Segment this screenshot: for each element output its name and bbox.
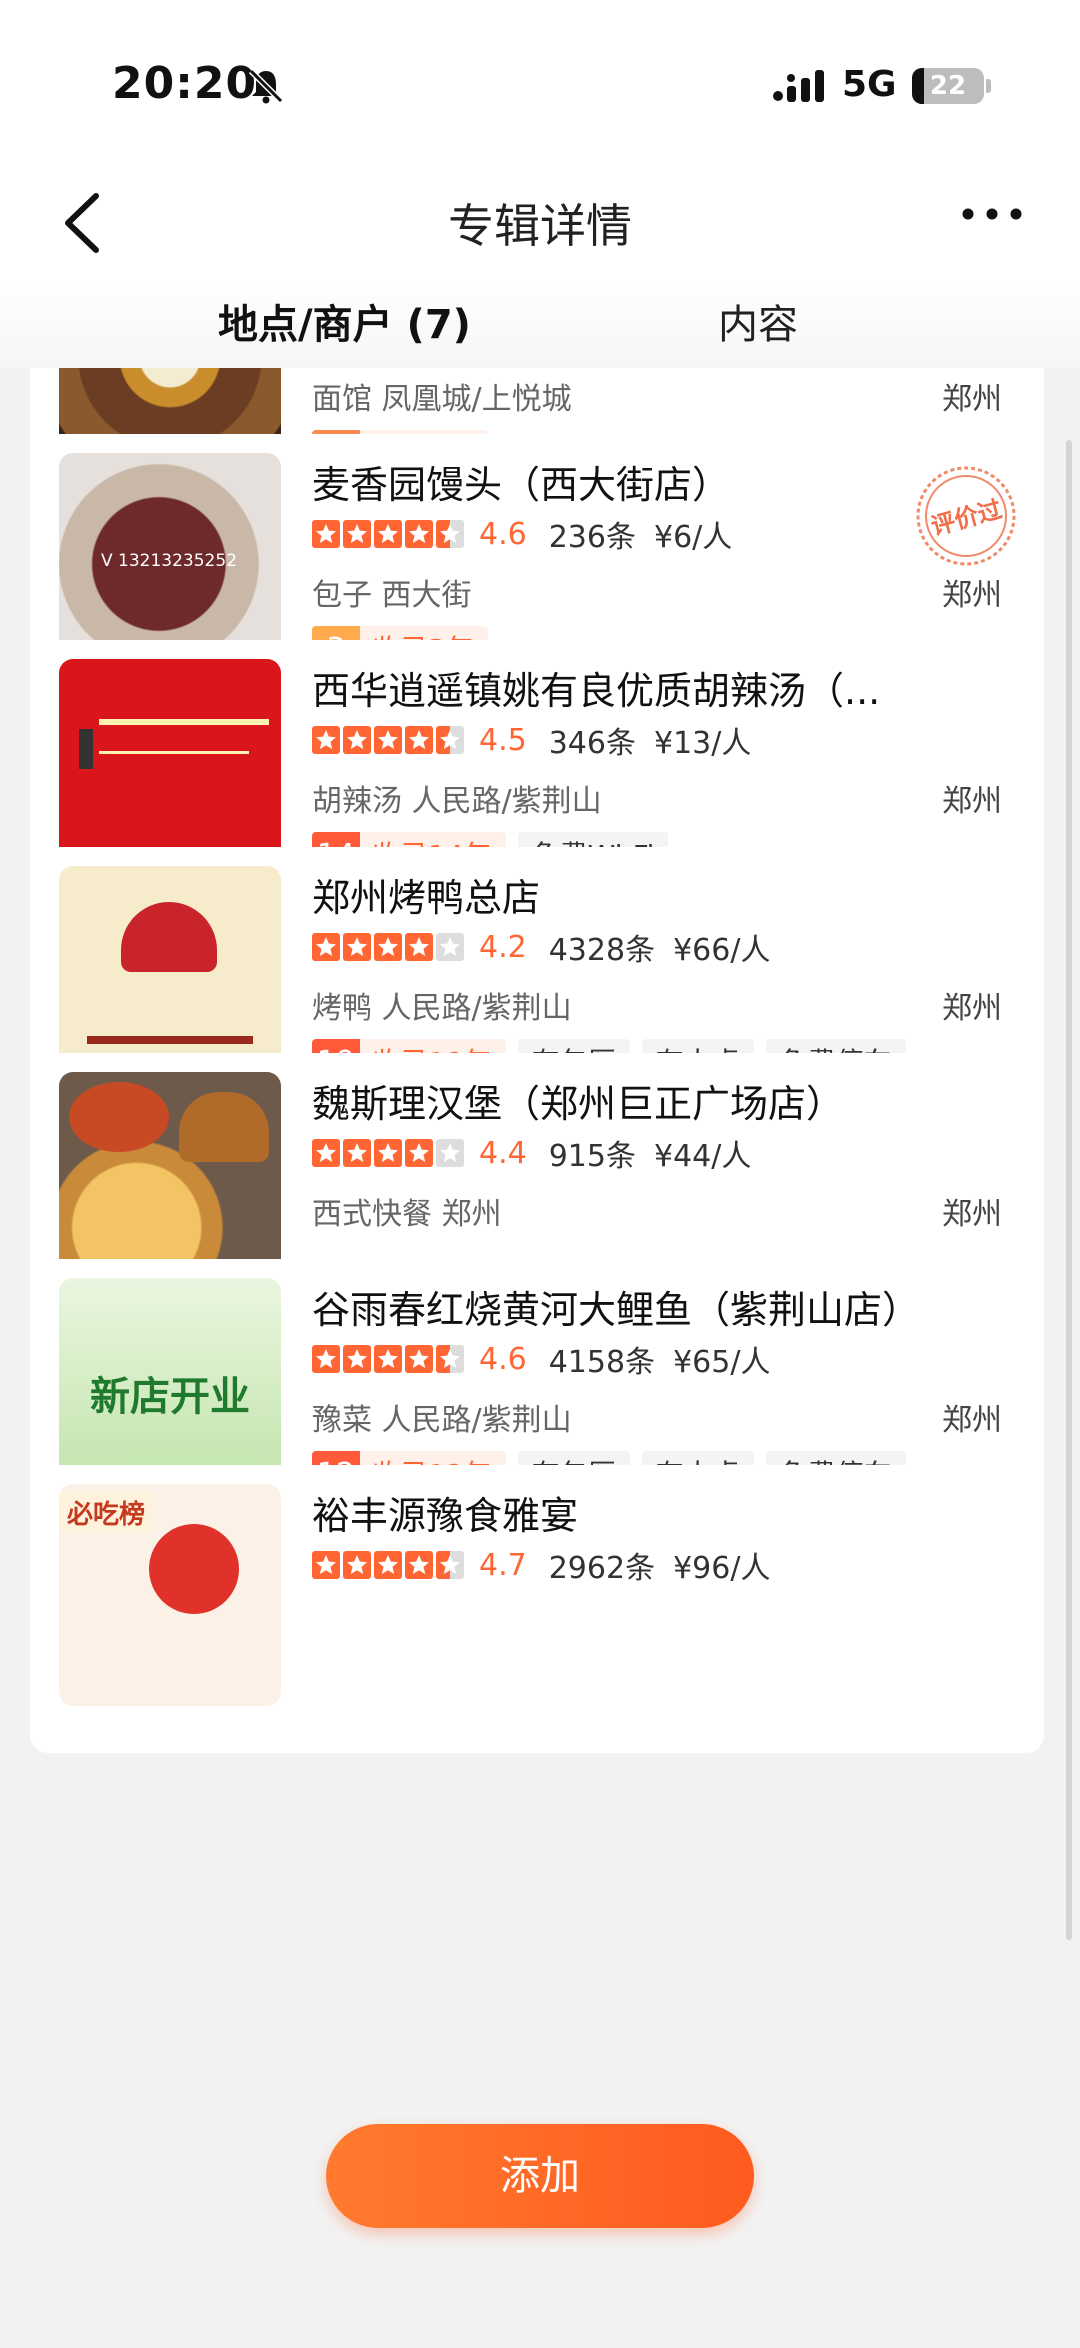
star-icon <box>312 1345 340 1373</box>
star-icon <box>312 1139 340 1167</box>
price-per-person: ¥6/人 <box>653 520 733 555</box>
restaurant-city: 郑州 <box>942 1403 1002 1438</box>
star-icon <box>374 933 402 961</box>
restaurant-category: 烤鸭 人民路/紫荆山 <box>312 991 572 1026</box>
star-icon <box>436 1345 464 1373</box>
star-icon <box>405 726 433 754</box>
restaurant-name: 魏斯理汉堡（郑州巨正广场店） <box>312 1082 845 1126</box>
restaurant-city: 郑州 <box>942 784 1002 819</box>
star-icon <box>343 520 371 548</box>
star-icon <box>343 933 371 961</box>
restaurant-category: 面馆 凤凰城/上悦城 <box>312 382 572 417</box>
rating-row: 4.7 2962条 ¥96/人 <box>312 1545 771 1586</box>
restaurant-category: 包子 西大街 <box>312 578 472 613</box>
star-icon <box>436 1551 464 1579</box>
star-icon <box>312 933 340 961</box>
rating-row: 4.5 346条 ¥13/人 <box>312 720 752 761</box>
review-count: 236条 <box>548 520 636 555</box>
review-count: 915条 <box>548 1139 636 1174</box>
signal-icon <box>773 70 824 102</box>
star-icon <box>312 520 340 548</box>
restaurant-name: 麦香园馒头（西大街店） <box>312 463 731 507</box>
reviewed-stamp-icon: 评价过 <box>914 464 1018 568</box>
star-rating <box>312 520 467 548</box>
thumb-watermark: V 13213235252 <box>101 551 238 571</box>
review-count: 346条 <box>548 726 636 761</box>
star-icon <box>312 726 340 754</box>
restaurant-city: 郑州 <box>942 1197 1002 1232</box>
star-icon <box>374 1139 402 1167</box>
battery-icon: 22 <box>912 68 984 104</box>
star-icon <box>405 520 433 548</box>
star-icon <box>436 933 464 961</box>
network-type: 5G <box>842 64 897 105</box>
star-icon <box>405 1139 433 1167</box>
star-icon <box>405 1551 433 1579</box>
rating-score: 4.4 <box>479 1135 527 1171</box>
star-icon <box>405 933 433 961</box>
star-icon <box>343 1345 371 1373</box>
more-icon[interactable] <box>960 206 1024 222</box>
rating-score: 4.2 <box>479 929 527 965</box>
price-per-person: ¥44/人 <box>653 1139 752 1174</box>
rating-row: 4.6 236条 ¥6/人 <box>312 514 733 555</box>
restaurant-name: 郑州烤鸭总店 <box>312 876 541 920</box>
review-count: 4158条 <box>548 1345 656 1380</box>
status-bar: 20:20 5G 22 <box>0 0 1080 170</box>
restaurant-name: 裕丰源豫食雅宴 <box>312 1494 579 1538</box>
battery-level: 22 <box>929 71 967 101</box>
rating-score: 4.7 <box>479 1547 527 1583</box>
star-icon <box>374 1345 402 1373</box>
tab-content[interactable]: 内容 <box>718 292 798 350</box>
restaurant-city: 郑州 <box>942 578 1002 613</box>
price-per-person: ¥66/人 <box>673 933 771 968</box>
rating-score: 4.5 <box>479 722 527 758</box>
price-per-person: ¥13/人 <box>653 726 752 761</box>
restaurant-thumbnail: 必吃榜 <box>59 1484 281 1706</box>
rating-row: 4.4 915条 ¥44/人 <box>312 1133 752 1174</box>
restaurant-category: 西式快餐 郑州 <box>312 1197 502 1232</box>
nav-bar: 专辑详情 <box>0 170 1080 280</box>
star-rating <box>312 1139 467 1167</box>
rating-score: 4.6 <box>479 1341 527 1377</box>
restaurant-card[interactable]: 必吃榜 裕丰源豫食雅宴 4.7 2962条 ¥96/人 <box>30 1465 1044 1753</box>
star-icon <box>405 1345 433 1373</box>
restaurant-list: 三民饸饹面（青年路店）4.2177条¥22/人面馆 凤凰城/上悦城郑州8收录8年… <box>0 368 1080 2348</box>
star-icon <box>436 1139 464 1167</box>
add-button[interactable]: 添加 <box>326 2124 754 2228</box>
star-rating <box>312 1345 467 1373</box>
star-rating <box>312 726 467 754</box>
star-icon <box>436 726 464 754</box>
restaurant-city: 郑州 <box>942 991 1002 1026</box>
star-icon <box>343 1551 371 1579</box>
svg-text:评价过: 评价过 <box>928 495 1005 541</box>
restaurant-category: 豫菜 人民路/紫荆山 <box>312 1403 572 1438</box>
page-title: 专辑详情 <box>448 199 632 253</box>
review-count: 2962条 <box>548 1551 656 1586</box>
star-icon <box>374 1551 402 1579</box>
restaurant-city: 郑州 <box>942 382 1002 417</box>
tab-places[interactable]: 地点/商户 (7) <box>218 292 471 350</box>
restaurant-name: 西华逍遥镇姚有良优质胡辣汤（... <box>312 669 881 713</box>
restaurant-category: 胡辣汤 人民路/紫荆山 <box>312 784 602 819</box>
rating-score: 4.6 <box>479 516 527 552</box>
status-time: 20:20 <box>112 58 258 109</box>
price-per-person: ¥65/人 <box>673 1345 771 1380</box>
star-icon <box>343 1139 371 1167</box>
restaurant-name: 谷雨春红烧黄河大鲤鱼（紫荆山店） <box>312 1288 921 1332</box>
star-icon <box>374 726 402 754</box>
star-rating <box>312 933 467 961</box>
star-icon <box>436 520 464 548</box>
star-icon <box>312 1551 340 1579</box>
rating-row: 4.2 4328条 ¥66/人 <box>312 927 771 968</box>
price-per-person: ¥96/人 <box>673 1551 771 1586</box>
star-icon <box>374 520 402 548</box>
rating-row: 4.6 4158条 ¥65/人 <box>312 1339 771 1380</box>
tab-bar: 地点/商户 (7) 内容 <box>0 280 1080 368</box>
review-count: 4328条 <box>548 933 656 968</box>
scrollbar[interactable] <box>1066 440 1072 1940</box>
star-icon <box>343 726 371 754</box>
star-rating <box>312 1551 467 1579</box>
bell-muted-icon <box>248 68 284 104</box>
